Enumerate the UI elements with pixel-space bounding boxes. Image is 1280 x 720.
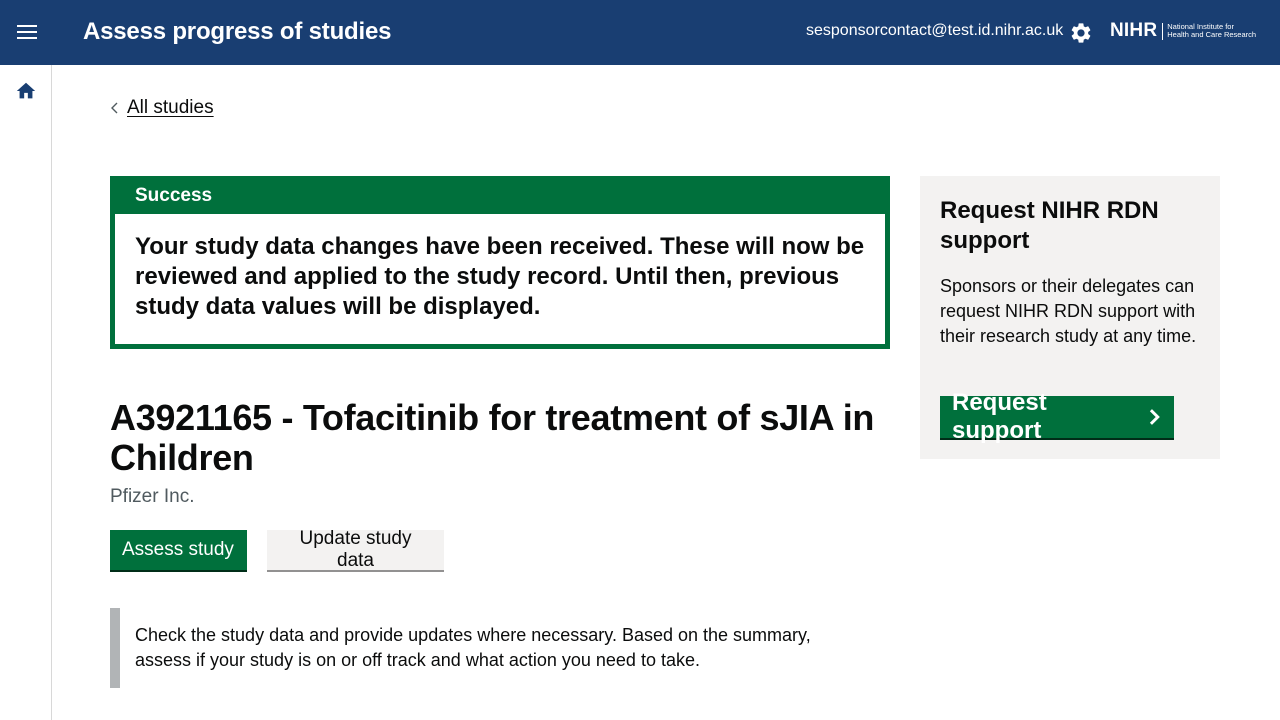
logo-subtitle-line2: Health and Care Research <box>1167 30 1257 39</box>
assess-study-button[interactable]: Assess study <box>110 530 247 570</box>
request-support-label: Request support <box>952 389 1047 444</box>
menu-icon[interactable] <box>17 25 37 41</box>
side-navigation <box>0 65 52 720</box>
aside-text: Sponsors or their delegates can request … <box>940 276 1197 346</box>
sponsor-name: Pfizer Inc. <box>110 486 195 507</box>
request-support-panel: Request NIHR RDN support Sponsors or the… <box>920 176 1220 459</box>
success-banner: Success Your study data changes have bee… <box>110 176 890 349</box>
inset-text: Check the study data and provide updates… <box>110 608 870 688</box>
home-icon[interactable] <box>15 80 37 102</box>
header-bar: Assess progress of studies sesponsorcont… <box>0 0 1280 65</box>
study-title: A3921165 - Tofacitinib for treatment of … <box>110 397 875 478</box>
banner-message: Your study data changes have been receiv… <box>115 214 885 344</box>
banner-title: Success <box>135 185 213 206</box>
logo-subtitle: National Institute for Health and Care R… <box>1167 22 1257 40</box>
nihr-logo[interactable]: NIHR National Institute for Health and C… <box>1110 20 1256 42</box>
app-title: Assess progress of studies <box>83 18 392 45</box>
update-study-data-button[interactable]: Update study data <box>267 528 444 571</box>
logo-text: NIHR <box>1110 20 1158 41</box>
logo-divider <box>1162 22 1164 40</box>
all-studies-link[interactable]: All studies <box>127 97 214 119</box>
user-email: sesponsorcontact@test.id.nihr.ac.uk <box>806 22 1064 39</box>
chevron-right-icon <box>1150 409 1161 425</box>
request-support-button[interactable]: Request support <box>940 389 1174 444</box>
back-link[interactable]: All studies <box>110 97 214 119</box>
chevron-left-icon <box>111 102 118 114</box>
aside-title: Request NIHR RDN support <box>940 197 1159 254</box>
gear-icon[interactable] <box>1069 21 1093 45</box>
